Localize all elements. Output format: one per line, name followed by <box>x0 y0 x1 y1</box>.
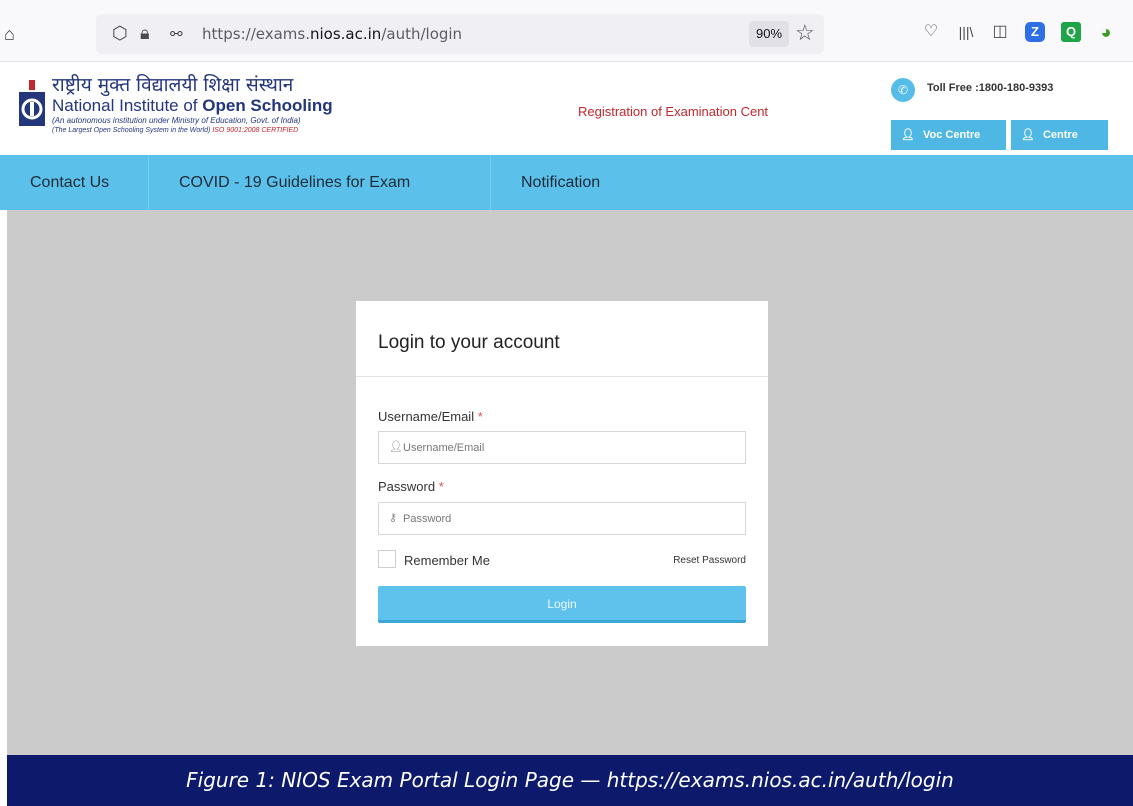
phone-icon: ✆ <box>891 78 915 102</box>
logo-text[interactable]: राष्ट्रीय मुक्त विद्यालयी शिक्षा संस्थान… <box>52 74 333 135</box>
permissions-icon[interactable]: ⚯ <box>170 25 183 43</box>
zoom-level[interactable]: 90% <box>749 21 789 47</box>
nav-notification[interactable]: Notification <box>490 155 650 210</box>
toll-free-number: Toll Free :1800-180-9393 <box>927 82 1054 94</box>
centre-login-button[interactable]: 👤︎Centre Login <box>1011 120 1108 171</box>
site-header: राष्ट्रीय मुक्त विद्यालयी शिक्षा संस्थान… <box>0 62 1133 171</box>
lock-icon[interactable]: 🔒︎ <box>140 23 150 44</box>
logo-tagline-2: (The Largest Open Schooling System in th… <box>52 127 299 134</box>
username-label: Username/Email * <box>378 409 483 424</box>
logo-tagline: (An autonomous institution under Ministr… <box>52 116 301 125</box>
figure-caption: Figure 1: NIOS Exam Portal Login Page — … <box>7 755 1133 806</box>
login-card: Login to your account Username/Email * 👤… <box>356 301 768 646</box>
registration-marquee[interactable]: Registration of Examination Cent <box>578 104 768 119</box>
browser-toolbar: ⌂ ⬡ 🔒︎ ⚯ https://exams.nios.ac.in/auth/l… <box>0 0 1133 62</box>
nav-covid-guidelines[interactable]: COVID - 19 Guidelines for Exam Centres <box>148 155 490 246</box>
password-input[interactable]: ⚷ Password <box>378 502 746 535</box>
username-input[interactable]: 👤︎ Username/Email <box>378 431 746 464</box>
url-text[interactable]: https://exams.nios.ac.in/auth/login <box>202 25 462 43</box>
library-icon[interactable]: |||\ <box>956 22 976 42</box>
key-icon: ⚷ <box>389 512 398 524</box>
login-title: Login to your account <box>378 332 560 353</box>
pocket-icon[interactable]: ♡ <box>921 22 941 42</box>
zoom-extension-icon[interactable]: Z <box>1025 22 1045 42</box>
user-icon: 👤︎ <box>1021 129 1035 141</box>
user-icon: 👤︎ <box>389 441 403 453</box>
reset-password-link[interactable]: Reset Password <box>673 555 746 566</box>
remember-me-checkbox[interactable] <box>378 550 396 568</box>
home-icon[interactable]: ⌂ <box>4 24 15 45</box>
login-button[interactable]: Login <box>378 586 746 623</box>
logo-hindi: राष्ट्रीय मुक्त विद्यालयी शिक्षा संस्थान <box>52 74 294 96</box>
user-icon: 👤︎ <box>901 129 915 141</box>
bookmark-star-icon[interactable]: ☆ <box>795 20 815 46</box>
q-extension-icon[interactable]: Q <box>1061 22 1081 42</box>
nav-contact-us[interactable]: Contact Us <box>0 155 148 241</box>
nios-logo-icon[interactable] <box>17 78 47 132</box>
globe-extension-icon[interactable]: ◕ <box>1096 22 1116 42</box>
remember-me-label[interactable]: Remember Me <box>404 553 490 568</box>
divider <box>356 376 768 377</box>
sidebar-icon[interactable]: ◫ <box>990 22 1010 42</box>
main-nav: Contact Us COVID - 19 Guidelines for Exa… <box>0 155 1133 246</box>
address-bar[interactable]: ⬡ 🔒︎ ⚯ https://exams.nios.ac.in/auth/log… <box>96 14 824 54</box>
logo-english: National Institute of Open Schooling <box>52 96 333 115</box>
password-label: Password * <box>378 479 444 494</box>
voc-centre-login-button[interactable]: 👤︎Voc Centre Login <box>891 120 1006 171</box>
shield-icon[interactable]: ⬡ <box>112 23 128 44</box>
